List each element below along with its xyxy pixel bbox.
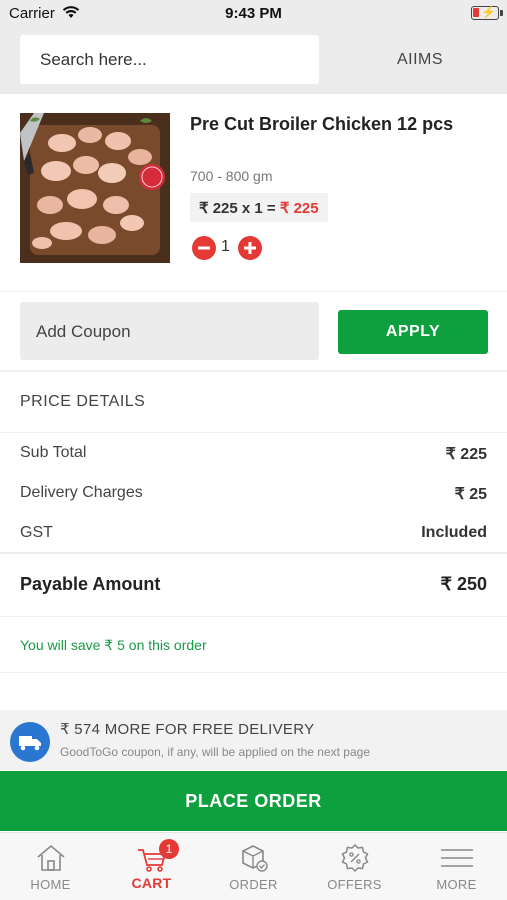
divider [0, 432, 507, 433]
delivery-charges-row: Delivery Charges ₹ 25 [20, 484, 487, 503]
divider [0, 616, 507, 617]
order-icon [242, 845, 268, 872]
status-bar: Carrier 9:43 PM ⚡ [0, 0, 507, 28]
decrease-quantity-button[interactable] [192, 236, 216, 260]
product-name: Pre Cut Broiler Chicken 12 pcs [190, 114, 454, 134]
unit-price: ₹ 225 x 1 = [199, 200, 276, 217]
offers-icon [341, 843, 369, 873]
nav-label-offers: OFFERS [327, 877, 382, 892]
product-weight: 700 - 800 gm [190, 168, 273, 184]
nav-label-order: ORDER [229, 877, 278, 892]
apply-coupon-button[interactable]: APPLY [338, 310, 488, 354]
location-selector[interactable]: AIIMS [340, 51, 500, 69]
free-delivery-title: ₹ 574 MORE FOR FREE DELIVERY [60, 721, 315, 738]
delivery-charges-label: Delivery Charges [20, 484, 143, 501]
sub-total-value: ₹ 225 [445, 446, 487, 463]
quantity-value: 1 [221, 238, 230, 255]
gst-row: GST Included [20, 524, 487, 542]
home-icon [37, 844, 65, 871]
cart-item: Pre Cut Broiler Chicken 12 pcs 700 - 800… [0, 94, 507, 292]
nav-item-cart[interactable]: 1 CART [101, 833, 202, 900]
minus-icon [198, 246, 210, 250]
nav-label-home: HOME [30, 877, 71, 892]
truck-icon [10, 722, 50, 762]
nav-label-cart: CART [131, 875, 172, 891]
sub-total-row: Sub Total ₹ 225 [20, 444, 487, 463]
status-time: 9:43 PM [225, 5, 282, 22]
gst-label: GST [20, 524, 53, 541]
line-total: ₹ 225 [279, 200, 319, 217]
nav-item-offers[interactable]: OFFERS [304, 833, 405, 900]
payable-amount-value: ₹ 250 [440, 574, 488, 594]
nav-item-home[interactable]: HOME [0, 833, 101, 900]
payable-amount-row: Payable Amount ₹ 250 [20, 574, 487, 595]
plus-icon [244, 242, 256, 254]
search-input[interactable]: Search here... [20, 35, 319, 84]
divider [0, 552, 507, 554]
nav-label-more: MORE [436, 877, 477, 892]
gst-value: Included [421, 524, 487, 541]
coupon-input[interactable]: Add Coupon [20, 302, 319, 360]
coupon-section: Add Coupon APPLY [0, 292, 507, 372]
free-delivery-banner: ₹ 574 MORE FOR FREE DELIVERY GoodToGo co… [0, 710, 507, 770]
payable-amount-label: Payable Amount [20, 574, 161, 594]
battery-icon: ⚡ [471, 5, 503, 20]
divider [0, 672, 507, 673]
price-breakdown: ₹ 225 x 1 = ₹ 225 [190, 193, 328, 222]
delivery-charges-value: ₹ 25 [454, 486, 487, 503]
bottom-nav: HOME 1 CART ORDER OFFERS MORE [0, 832, 507, 900]
increase-quantity-button[interactable] [238, 236, 262, 260]
price-details-title: PRICE DETAILS [20, 393, 146, 410]
nav-item-order[interactable]: ORDER [203, 833, 304, 900]
product-image [20, 113, 170, 263]
free-delivery-subtitle: GoodToGo coupon, if any, will be applied… [60, 745, 370, 759]
menu-icon [441, 849, 473, 867]
savings-message: You will save ₹ 5 on this order [20, 637, 207, 653]
cart-count-badge: 1 [159, 839, 179, 859]
search-header: Search here... AIIMS [0, 28, 507, 94]
nav-item-more[interactable]: MORE [406, 833, 507, 900]
sub-total-label: Sub Total [20, 444, 87, 461]
place-order-button[interactable]: PLACE ORDER [0, 771, 507, 831]
